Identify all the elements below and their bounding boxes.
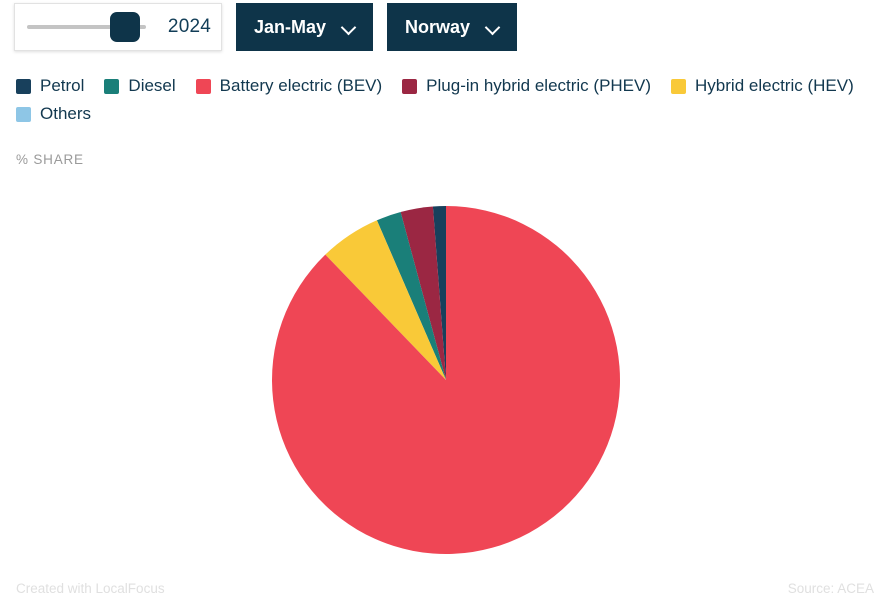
country-dropdown[interactable]: Norway bbox=[387, 3, 518, 51]
chevron-down-icon bbox=[486, 21, 499, 34]
chevron-down-icon bbox=[342, 21, 355, 34]
pie-chart[interactable] bbox=[271, 205, 621, 555]
legend-swatch-icon bbox=[16, 78, 31, 94]
legend-item-label: Diesel bbox=[128, 76, 176, 95]
legend-swatch-icon bbox=[402, 78, 418, 94]
country-dropdown-label: Norway bbox=[405, 16, 471, 37]
legend-item[interactable]: Others bbox=[16, 104, 91, 124]
footer-source: Source: ACEA bbox=[787, 581, 874, 596]
year-slider-track-wrap[interactable] bbox=[25, 12, 156, 42]
legend-item[interactable]: Petrol bbox=[16, 76, 84, 96]
chart-legend: Petrol Diesel Battery electric (BEV) Plu… bbox=[16, 76, 876, 124]
year-slider-value: 2024 bbox=[167, 16, 211, 37]
legend-item-label: Battery electric (BEV) bbox=[219, 76, 383, 95]
legend-swatch-icon bbox=[671, 78, 687, 94]
legend-item[interactable]: Diesel bbox=[104, 76, 176, 96]
legend-item[interactable]: Hybrid electric (HEV) bbox=[671, 76, 854, 96]
legend-item[interactable]: Battery electric (BEV) bbox=[195, 76, 383, 96]
legend-item-label: Others bbox=[40, 104, 92, 123]
legend-item-label: Petrol bbox=[40, 76, 85, 95]
chart-area bbox=[0, 180, 890, 570]
legend-item-label: Plug-in hybrid electric (PHEV) bbox=[426, 76, 652, 95]
footer-credit: Created with LocalFocus bbox=[16, 581, 165, 596]
controls-bar: 2024 Jan-May Norway bbox=[14, 3, 518, 51]
legend-swatch-icon bbox=[195, 78, 211, 94]
period-dropdown[interactable]: Jan-May bbox=[236, 3, 374, 51]
axis-label: % SHARE bbox=[16, 152, 84, 167]
year-slider-control[interactable]: 2024 bbox=[14, 3, 222, 51]
legend-swatch-icon bbox=[16, 106, 31, 122]
period-dropdown-label: Jan-May bbox=[254, 16, 327, 37]
legend-item-label: Hybrid electric (HEV) bbox=[695, 76, 854, 95]
legend-item[interactable]: Plug-in hybrid electric (PHEV) bbox=[402, 76, 651, 96]
legend-swatch-icon bbox=[104, 78, 120, 94]
year-slider-thumb[interactable] bbox=[110, 12, 141, 42]
chart-footer: Created with LocalFocus Source: ACEA bbox=[16, 581, 874, 596]
